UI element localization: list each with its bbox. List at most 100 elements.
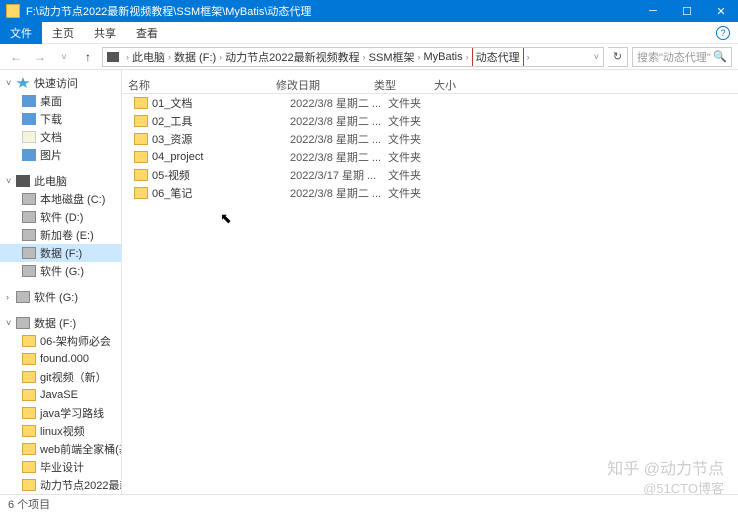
crumb-drive[interactable]: 数据 (F:) (174, 49, 216, 65)
search-placeholder: 搜索"动态代理" (637, 49, 711, 65)
drive-icon (16, 317, 30, 329)
crumb-3[interactable]: MyBatis (424, 51, 463, 63)
minimize-button[interactable]: ─ (636, 0, 670, 22)
file-type: 文件夹 (382, 185, 442, 201)
table-row[interactable]: 02_工具2022/3/8 星期二 ...文件夹 (122, 112, 738, 130)
sidebar-drive-f2[interactable]: ˅数据 (F:) (0, 314, 121, 332)
help-icon[interactable]: ? (716, 26, 730, 40)
file-name: 03_资源 (152, 131, 284, 147)
drive-icon (22, 211, 36, 223)
crumb-1[interactable]: 动力节点2022最新视频教程 (225, 49, 359, 65)
nav-back[interactable]: ← (6, 47, 26, 67)
folder-icon (134, 133, 148, 145)
sidebar-folder[interactable]: git视频（新） (0, 368, 121, 386)
file-type: 文件夹 (382, 131, 442, 147)
breadcrumb[interactable]: › 此电脑› 数据 (F:)› 动力节点2022最新视频教程› SSM框架› M… (102, 47, 604, 67)
folder-icon (22, 335, 36, 347)
sidebar-quick-access[interactable]: ˅快速访问 (0, 74, 121, 92)
file-type: 文件夹 (382, 95, 442, 111)
sidebar-folder[interactable]: 动力节点2022最新 (0, 476, 121, 494)
folder-icon (22, 389, 36, 401)
sidebar-folder[interactable]: 06-架构师必会 (0, 332, 121, 350)
list-header: 名称 修改日期 类型 大小 (122, 74, 738, 94)
folder-icon (6, 4, 20, 18)
download-icon (22, 113, 36, 125)
folder-icon (134, 97, 148, 109)
nav-forward[interactable]: → (30, 47, 50, 67)
menu-view[interactable]: 查看 (126, 22, 168, 44)
sidebar-drive-f[interactable]: 数据 (F:) (0, 244, 121, 262)
picture-icon (22, 149, 36, 161)
table-row[interactable]: 06_笔记2022/3/8 星期二 ...文件夹 (122, 184, 738, 202)
file-name: 05-视频 (152, 167, 284, 183)
table-row[interactable]: 01_文档2022/3/8 星期二 ...文件夹 (122, 94, 738, 112)
maximize-button[interactable]: ☐ (670, 0, 704, 22)
file-date: 2022/3/8 星期二 ... (284, 95, 382, 111)
menu-home[interactable]: 主页 (42, 22, 84, 44)
sidebar-drive-c[interactable]: 本地磁盘 (C:) (0, 190, 121, 208)
sidebar-desktop[interactable]: 桌面 (0, 92, 121, 110)
file-name: 02_工具 (152, 113, 284, 129)
crumb-root[interactable]: 此电脑 (132, 49, 165, 65)
folder-icon (134, 151, 148, 163)
folder-icon (22, 371, 36, 383)
table-row[interactable]: 03_资源2022/3/8 星期二 ...文件夹 (122, 130, 738, 148)
drive-icon (22, 229, 36, 241)
refresh-button[interactable]: ↻ (608, 47, 628, 67)
nav-recent[interactable]: ˅ (54, 47, 74, 67)
sidebar-pictures[interactable]: 图片 (0, 146, 121, 164)
nav-up[interactable]: ↑ (78, 47, 98, 67)
pc-icon (107, 52, 119, 62)
window-title: F:\动力节点2022最新视频教程\SSM框架\MyBatis\动态代理 (26, 3, 636, 19)
sidebar-folder[interactable]: found.000 (0, 350, 121, 368)
folder-icon (22, 479, 36, 491)
document-icon (22, 131, 36, 143)
col-size[interactable]: 大小 (428, 74, 488, 93)
file-date: 2022/3/8 星期二 ... (284, 185, 382, 201)
sidebar-downloads[interactable]: 下载 (0, 110, 121, 128)
file-type: 文件夹 (382, 113, 442, 129)
col-name[interactable]: 名称 (122, 74, 270, 93)
sidebar-folder[interactable]: JavaSE (0, 386, 121, 404)
addr-dropdown-icon[interactable]: ˅ (594, 52, 599, 62)
menu-share[interactable]: 共享 (84, 22, 126, 44)
sidebar-this-pc[interactable]: ˅此电脑 (0, 172, 121, 190)
sidebar-drive-g2[interactable]: ›软件 (G:) (0, 288, 121, 306)
col-date[interactable]: 修改日期 (270, 74, 368, 93)
folder-icon (22, 353, 36, 365)
status-text: 6 个项目 (8, 496, 50, 512)
file-list: 名称 修改日期 类型 大小 01_文档2022/3/8 星期二 ...文件夹02… (122, 70, 738, 494)
menu-file[interactable]: 文件 (0, 22, 42, 44)
sidebar-drive-d[interactable]: 软件 (D:) (0, 208, 121, 226)
address-bar: ← → ˅ ↑ › 此电脑› 数据 (F:)› 动力节点2022最新视频教程› … (0, 44, 738, 70)
folder-icon (134, 169, 148, 181)
crumb-2[interactable]: SSM框架 (369, 49, 415, 65)
crumb-current[interactable]: 动态代理 (472, 47, 524, 67)
col-type[interactable]: 类型 (368, 74, 428, 93)
search-icon[interactable]: 🔍 (713, 50, 727, 63)
star-icon (16, 77, 30, 89)
sidebar-drive-g[interactable]: 软件 (G:) (0, 262, 121, 280)
folder-icon (22, 443, 36, 455)
drive-icon (16, 291, 30, 303)
sidebar-folder[interactable]: linux视频 (0, 422, 121, 440)
file-type: 文件夹 (382, 149, 442, 165)
desktop-icon (22, 95, 36, 107)
sidebar-drive-e[interactable]: 新加卷 (E:) (0, 226, 121, 244)
drive-icon (22, 265, 36, 277)
sidebar-folder[interactable]: 毕业设计 (0, 458, 121, 476)
table-row[interactable]: 05-视频2022/3/17 星期 ...文件夹 (122, 166, 738, 184)
file-date: 2022/3/8 星期二 ... (284, 131, 382, 147)
folder-icon (134, 115, 148, 127)
sidebar: ˅快速访问 桌面 下载 文档 图片 ˅此电脑 本地磁盘 (C:) 软件 (D:)… (0, 70, 122, 494)
search-input[interactable]: 搜索"动态代理" 🔍 (632, 47, 732, 67)
file-date: 2022/3/17 星期 ... (284, 167, 382, 183)
sidebar-folder[interactable]: java学习路线 (0, 404, 121, 422)
sidebar-documents[interactable]: 文档 (0, 128, 121, 146)
folder-icon (22, 407, 36, 419)
table-row[interactable]: 04_project2022/3/8 星期二 ...文件夹 (122, 148, 738, 166)
file-name: 04_project (152, 151, 284, 163)
sidebar-folder[interactable]: web前端全家桶(基 (0, 440, 121, 458)
close-button[interactable]: ✕ (704, 0, 738, 22)
file-date: 2022/3/8 星期二 ... (284, 149, 382, 165)
